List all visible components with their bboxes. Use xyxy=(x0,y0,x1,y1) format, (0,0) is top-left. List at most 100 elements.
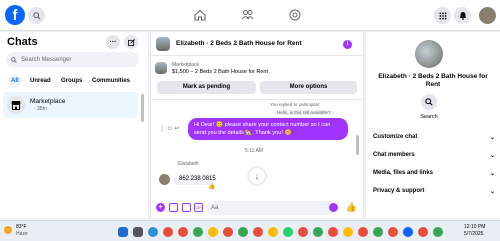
conversation-time: · 38m xyxy=(34,106,47,112)
profile-avatar[interactable] xyxy=(479,7,496,24)
mark-as-pending-button[interactable]: Mark as pending xyxy=(157,81,256,94)
chrome-icon[interactable] xyxy=(343,227,353,237)
clock-time[interactable]: 12:10 PM xyxy=(464,224,485,230)
chrome-icon[interactable] xyxy=(433,227,443,237)
weather-icon[interactable] xyxy=(4,226,12,234)
chat-title[interactable]: Elizabeth · 2 Beds 2 Bath House for Rent xyxy=(176,40,302,47)
facebook-logo[interactable]: f xyxy=(5,5,25,25)
chrome-icon[interactable] xyxy=(253,227,263,237)
edge-browser-icon[interactable] xyxy=(148,227,158,237)
chrome-icon[interactable] xyxy=(178,227,188,237)
groups-tab[interactable] xyxy=(288,8,302,22)
chrome-icon[interactable] xyxy=(358,227,368,237)
details-title: Elizabeth · 2 Beds 2 Bath House for Rent xyxy=(378,73,488,88)
chat-scrollbar[interactable] xyxy=(356,135,359,155)
conversation-avatar[interactable] xyxy=(415,40,443,68)
customize-chat-row[interactable]: Customize chat ⌄ xyxy=(373,134,495,141)
chrome-icon[interactable] xyxy=(208,227,218,237)
chrome-icon[interactable] xyxy=(388,227,398,237)
windows-start-icon[interactable] xyxy=(118,227,128,237)
search-button[interactable] xyxy=(28,7,45,24)
notifications-button[interactable] xyxy=(454,7,471,24)
my-message-bubble[interactable]: Hi Dear! 😊 please share your contact num… xyxy=(188,118,348,140)
chrome-icon[interactable] xyxy=(163,227,173,237)
menu-button[interactable] xyxy=(434,7,451,24)
message-input[interactable]: Aa xyxy=(206,201,336,215)
time-divider: 5:11 AM xyxy=(245,148,263,154)
conversation-item-marketplace[interactable]: Marketplace · 38m xyxy=(3,92,138,118)
chat-window: Elizabeth · 2 Beds 2 Bath House for Rent… xyxy=(150,32,364,218)
search-icon xyxy=(11,56,17,63)
privacy-support-row[interactable]: Privacy & support ⌄ xyxy=(373,188,495,195)
sticker-icon[interactable] xyxy=(182,203,191,212)
scroll-to-bottom-button[interactable]: ↓ xyxy=(249,168,265,184)
chrome-icon[interactable] xyxy=(313,227,323,237)
search-in-conversation-button[interactable] xyxy=(421,94,437,110)
search-messenger-field[interactable]: Search Messenger xyxy=(6,52,139,67)
chrome-icon[interactable] xyxy=(298,227,308,237)
weather-temp[interactable]: 83°F xyxy=(16,224,27,230)
clock-date[interactable]: 5/7/2025 xyxy=(464,231,483,237)
chrome-icon[interactable] xyxy=(418,227,428,237)
listing-card: Marketplace $1,500 – 2 Beds 2 Bath House… xyxy=(151,57,363,100)
top-navigation-bar: f xyxy=(0,0,500,31)
info-icon[interactable]: i xyxy=(343,40,352,49)
chat-members-row[interactable]: Chat members ⌄ xyxy=(373,152,495,159)
chrome-icon[interactable] xyxy=(223,227,233,237)
friends-icon xyxy=(241,10,253,20)
chevron-down-icon: ⌄ xyxy=(489,189,495,195)
listing-label: Marketplace xyxy=(172,62,200,68)
more-dots-icon: ··· xyxy=(109,38,117,46)
chevron-down-icon: ⌄ xyxy=(489,135,495,141)
row-label: Privacy & support xyxy=(373,188,425,194)
listing-thumbnail[interactable] xyxy=(156,37,170,51)
new-message-button[interactable] xyxy=(124,35,138,49)
chrome-icon[interactable] xyxy=(268,227,278,237)
chrome-icon[interactable] xyxy=(328,227,338,237)
chats-heading: Chats xyxy=(7,36,38,48)
row-label: Customize chat xyxy=(373,134,418,140)
search-taskbar-icon[interactable] xyxy=(133,227,143,237)
groups-icon xyxy=(289,9,301,21)
row-label: Media, files and links xyxy=(373,170,434,176)
chats-options-button[interactable]: ··· xyxy=(106,35,120,49)
image-icon[interactable] xyxy=(169,203,178,212)
sidebar-scrollbar[interactable] xyxy=(141,94,144,122)
chrome-icon[interactable] xyxy=(373,227,383,237)
search-icon xyxy=(425,98,433,106)
like-icon[interactable]: 👍 xyxy=(346,202,357,212)
home-icon xyxy=(194,9,206,21)
filter-communities[interactable]: Communities xyxy=(89,75,133,87)
filter-groups[interactable]: Groups xyxy=(58,75,85,87)
chrome-icon[interactable] xyxy=(238,227,248,237)
composer: + GIF Aa 👍 xyxy=(151,198,363,218)
media-files-links-row[interactable]: Media, files and links ⌄ xyxy=(373,170,495,177)
emoji-icon[interactable] xyxy=(329,203,338,212)
menu-grid-icon xyxy=(438,11,447,20)
friends-tab[interactable] xyxy=(240,8,254,22)
listing-text[interactable]: $1,500 – 2 Beds 2 Bath House for Rent xyxy=(172,69,268,75)
bell-icon xyxy=(459,12,466,20)
message-actions[interactable]: ⋮ ☺ ↩ xyxy=(159,125,180,132)
chats-sidebar: Chats ··· Search Messenger All Unread Gr… xyxy=(0,32,148,218)
filter-all[interactable]: All xyxy=(8,75,22,87)
sender-name: Elizabeth xyxy=(178,161,199,167)
listing-photo[interactable] xyxy=(155,62,167,74)
filter-unread[interactable]: Unread xyxy=(27,75,54,87)
search-icon xyxy=(32,11,41,20)
plus-icon[interactable]: + xyxy=(156,203,165,212)
conversation-name: Marketplace xyxy=(30,98,66,105)
compose-icon xyxy=(127,38,135,46)
conversation-details: Elizabeth · 2 Beds 2 Bath House for Rent… xyxy=(366,32,500,218)
thumbs-up-reaction: 👍 xyxy=(208,184,216,190)
chat-header: Elizabeth · 2 Beds 2 Bath House for Rent… xyxy=(151,32,363,56)
gif-icon[interactable]: GIF xyxy=(194,203,203,212)
sender-avatar[interactable] xyxy=(159,174,170,185)
more-options-button[interactable]: More options xyxy=(260,81,357,94)
home-tab[interactable] xyxy=(193,8,207,22)
whatsapp-icon[interactable] xyxy=(283,227,293,237)
chrome-icon[interactable] xyxy=(193,227,203,237)
search-placeholder: Search Messenger xyxy=(21,56,72,63)
chrome-icon[interactable] xyxy=(403,227,413,237)
message-list: You replied to participant Hello, is thi… xyxy=(151,101,363,199)
